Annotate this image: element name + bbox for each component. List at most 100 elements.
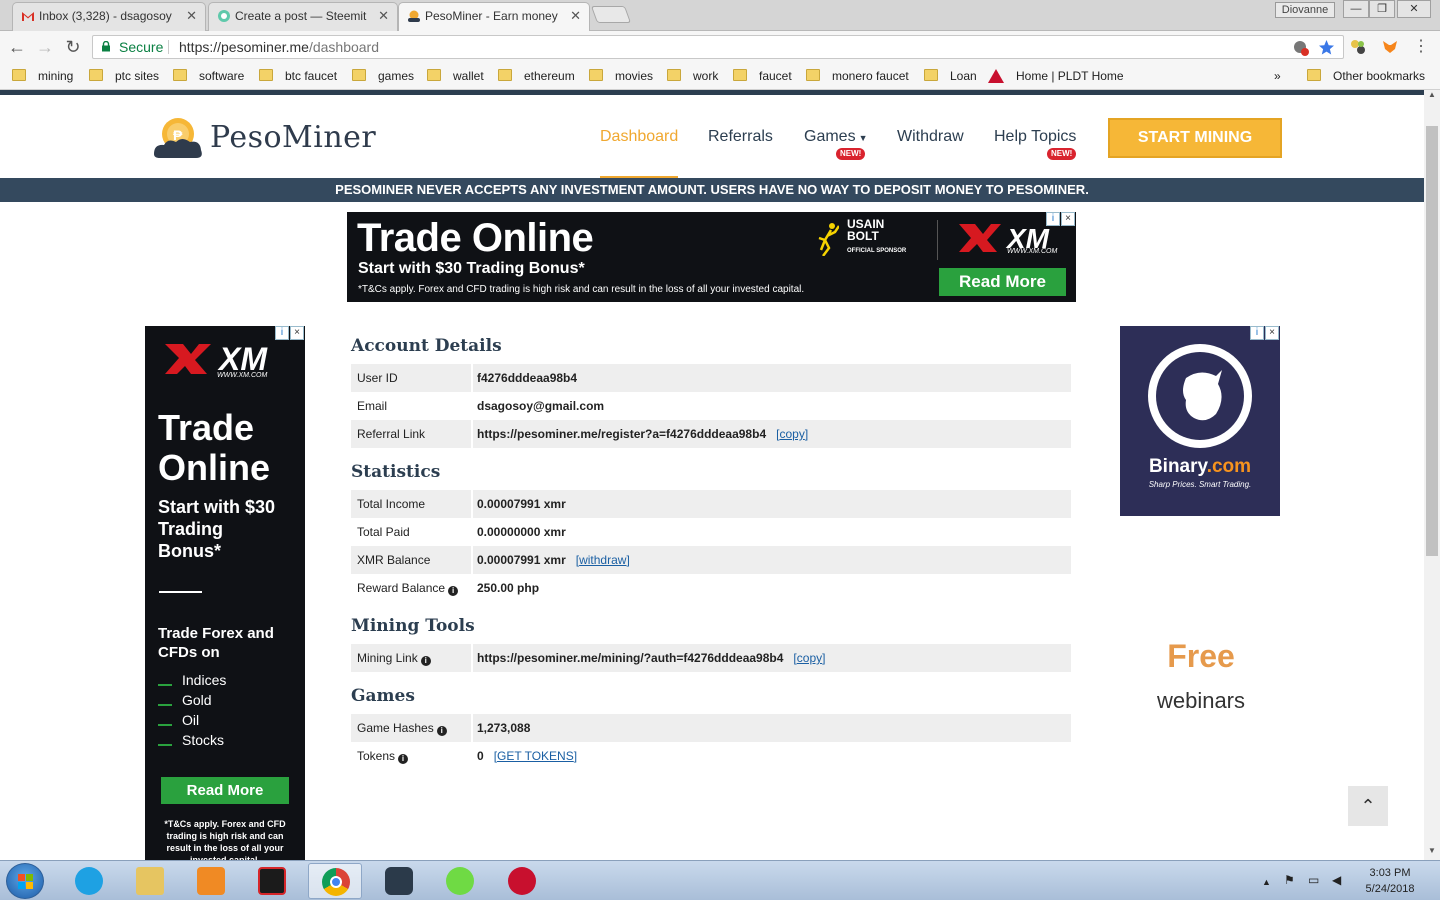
- close-ad-icon[interactable]: ×: [1265, 326, 1279, 340]
- forward-icon[interactable]: →: [34, 36, 56, 58]
- bookmark-work[interactable]: work: [667, 69, 718, 85]
- close-window-icon[interactable]: ✕: [1397, 0, 1431, 18]
- bookmark-movies[interactable]: movies: [589, 69, 653, 85]
- right-binary-ad[interactable]: Binary.com Sharp Prices. Smart Trading.: [1120, 326, 1280, 516]
- withdraw-link-text[interactable]: withdraw: [579, 553, 626, 567]
- bookmark-monero-faucet[interactable]: monero faucet: [806, 69, 909, 85]
- bookmark-other[interactable]: Other bookmarks: [1307, 69, 1425, 85]
- scroll-down-icon[interactable]: ▼: [1424, 846, 1440, 860]
- tab-steemit[interactable]: Create a post — Steemit ✕: [208, 2, 398, 31]
- show-hidden-icons[interactable]: ▲: [1262, 877, 1271, 887]
- bookmark-software[interactable]: software: [173, 69, 244, 85]
- nav-help-topics[interactable]: Help Topics: [994, 128, 1076, 146]
- get-tokens-text[interactable]: GET TOKENS: [497, 749, 574, 763]
- bookmark-games[interactable]: games: [352, 69, 414, 85]
- taskbar-file-explorer[interactable]: [123, 863, 177, 899]
- copy-link-text[interactable]: copy: [779, 427, 804, 441]
- nav-referrals[interactable]: Referrals: [708, 128, 773, 146]
- bookmark-star-icon[interactable]: [1318, 39, 1335, 56]
- omnibox-divider: [168, 40, 169, 54]
- copy-link-text[interactable]: copy: [797, 651, 822, 665]
- adchoices-icon[interactable]: i: [1046, 212, 1060, 226]
- reward-balance-value: 250.00 php: [477, 581, 540, 595]
- taskbar-internet-explorer[interactable]: [62, 863, 116, 899]
- menu-icon[interactable]: ⋮: [1410, 36, 1432, 58]
- bookmark-btc-faucet[interactable]: btc faucet: [259, 69, 337, 85]
- bookmark-ethereum[interactable]: ethereum: [498, 69, 575, 85]
- translate-blocked-icon[interactable]: [1293, 40, 1309, 56]
- mining-link-cell: https://pesominer.me/mining/?auth=f4276d…: [477, 644, 825, 672]
- bookmark-pldt-home[interactable]: Home | PLDT Home: [988, 69, 1124, 85]
- bookmark-loan[interactable]: Loan: [924, 69, 977, 85]
- more-bookmarks-icon[interactable]: »: [1274, 69, 1281, 85]
- pesominer-logo-icon: ₱: [154, 118, 202, 158]
- taskbar-media-player[interactable]: [184, 863, 238, 899]
- taskbar-chrome[interactable]: [308, 863, 362, 899]
- site-logo[interactable]: ₱ PesoMiner: [152, 114, 376, 162]
- copy-mining-link[interactable]: [copy]: [793, 651, 825, 665]
- close-tab-icon[interactable]: ✕: [378, 3, 389, 29]
- tab-gmail[interactable]: Inbox (3,328) - dsagosoy ✕: [12, 2, 206, 31]
- taskbar-garena[interactable]: [245, 863, 299, 899]
- scrollbar-thumb[interactable]: [1426, 126, 1438, 556]
- network-icon[interactable]: ▭: [1308, 873, 1319, 887]
- webinars-text[interactable]: webinars: [1120, 688, 1282, 714]
- ad-read-more-button[interactable]: Read More: [939, 268, 1066, 296]
- bookmark-faucet[interactable]: faucet: [733, 69, 792, 85]
- scroll-to-top-button[interactable]: ⌃: [1348, 786, 1388, 826]
- info-icon[interactable]: i: [398, 754, 409, 764]
- url-text[interactable]: https://pesominer.me/dashboard: [179, 36, 379, 58]
- nav-dashboard[interactable]: Dashboard: [600, 128, 678, 146]
- left-skyscraper-ad[interactable]: XM WWW.XM.COM Trade Online Start with $3…: [145, 326, 305, 860]
- close-ad-icon[interactable]: ×: [1061, 212, 1075, 226]
- bookmark-label: monero faucet: [832, 69, 909, 83]
- taskbar-upwork[interactable]: [433, 863, 487, 899]
- action-center-flag-icon[interactable]: ⚑: [1284, 873, 1295, 887]
- ad-read-more-button[interactable]: Read More: [161, 777, 289, 804]
- bookmark-ptc-sites[interactable]: ptc sites: [89, 69, 159, 85]
- withdraw-link[interactable]: [withdraw]: [576, 553, 630, 567]
- bookmark-mining[interactable]: mining: [12, 69, 73, 85]
- start-mining-button[interactable]: START MINING: [1108, 118, 1282, 158]
- volume-icon[interactable]: ◀: [1332, 873, 1341, 887]
- nav-games[interactable]: Games ▼: [804, 128, 868, 146]
- adchoices-icon[interactable]: i: [1250, 326, 1264, 340]
- table-row: Reward Balance i 250.00 php: [351, 574, 1071, 602]
- folder-icon: [427, 69, 441, 81]
- close-tab-icon[interactable]: ✕: [186, 3, 197, 29]
- back-icon[interactable]: ←: [6, 36, 28, 58]
- restore-icon[interactable]: ❐: [1369, 0, 1395, 18]
- info-icon[interactable]: i: [436, 726, 447, 736]
- new-tab-button[interactable]: [590, 6, 632, 23]
- tab-pesominer[interactable]: PesoMiner - Earn money ✕: [398, 2, 590, 32]
- tokens-label-cell: Tokens i: [357, 742, 409, 770]
- get-tokens-link[interactable]: [GET TOKENS]: [494, 749, 577, 763]
- page-scrollbar[interactable]: ▲ ▼: [1424, 90, 1440, 860]
- close-tab-icon[interactable]: ✕: [570, 3, 581, 29]
- pldt-icon: [988, 69, 1004, 83]
- top-banner-ad[interactable]: Trade Online Start with $30 Trading Bonu…: [347, 212, 1076, 302]
- copy-referral-link[interactable]: [copy]: [776, 427, 808, 441]
- scroll-up-icon[interactable]: ▲: [1424, 90, 1440, 104]
- nav-withdraw[interactable]: Withdraw: [897, 128, 964, 146]
- bookmark-wallet[interactable]: wallet: [427, 69, 484, 85]
- info-icon[interactable]: i: [420, 656, 431, 666]
- caret-down-icon: ▼: [858, 133, 868, 143]
- taskbar-nox[interactable]: [372, 863, 426, 899]
- minimize-icon[interactable]: —: [1343, 0, 1369, 18]
- taskbar-clock[interactable]: 3:03 PM 5/24/2018: [1350, 865, 1430, 897]
- start-button[interactable]: [6, 863, 44, 899]
- reload-icon[interactable]: ↻: [62, 36, 84, 58]
- lock-icon: [102, 41, 110, 52]
- info-icon[interactable]: i: [448, 586, 459, 596]
- close-ad-icon[interactable]: ×: [290, 326, 304, 340]
- profile-button[interactable]: Diovanne: [1275, 2, 1335, 18]
- adchoices-icon[interactable]: i: [275, 326, 289, 340]
- free-webinars-heading[interactable]: Free: [1120, 638, 1282, 675]
- extension-icon[interactable]: [1350, 39, 1366, 55]
- address-bar[interactable]: Secure https://pesominer.me/dashboard: [92, 35, 1344, 59]
- notice-banner: PESOMINER NEVER ACCEPTS ANY INVESTMENT A…: [0, 178, 1424, 202]
- taskbar-miner-app[interactable]: [495, 863, 549, 899]
- metamask-icon[interactable]: [1382, 39, 1398, 55]
- bookmark-label: Other bookmarks: [1333, 69, 1426, 83]
